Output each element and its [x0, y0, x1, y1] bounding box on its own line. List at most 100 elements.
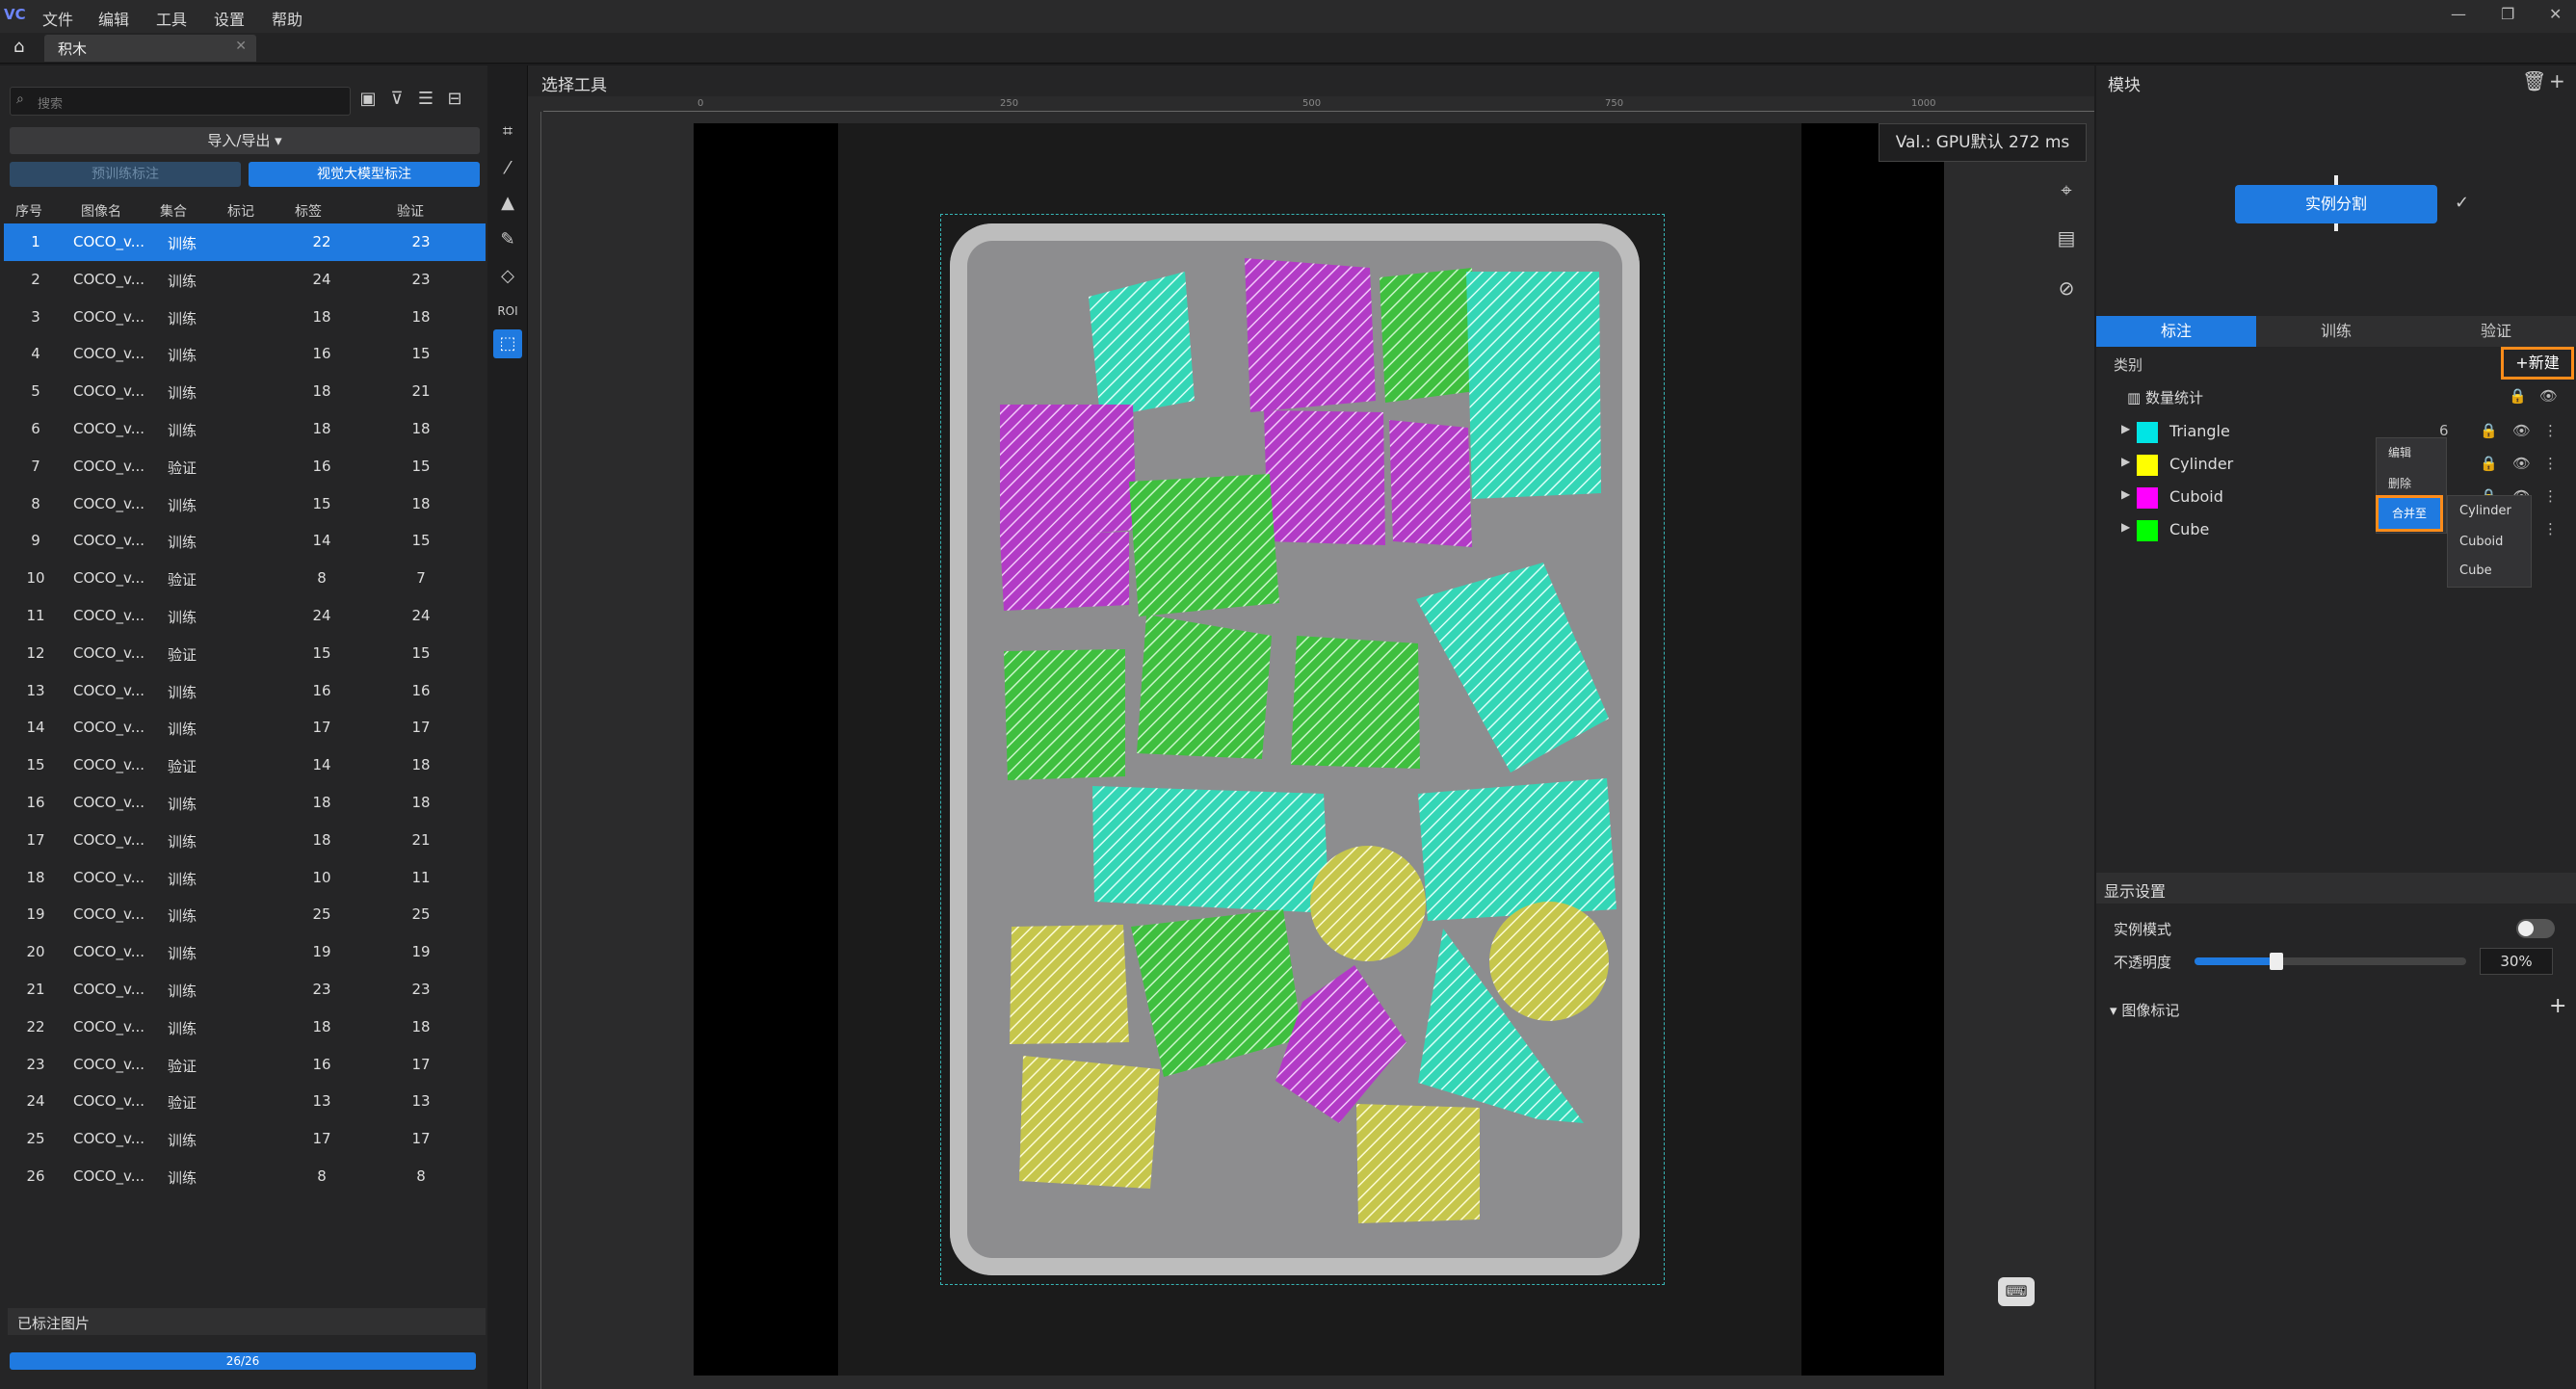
table-row[interactable]: 22 COCO_v... 训练 18 18 — [4, 1009, 486, 1046]
table-row[interactable]: 3 COCO_v... 训练 18 18 — [4, 299, 486, 336]
eye-icon[interactable]: 👁 — [2512, 422, 2531, 439]
table-row[interactable]: 21 COCO_v... 训练 23 23 — [4, 971, 486, 1009]
table-row[interactable]: 8 COCO_v... 训练 15 18 — [4, 485, 486, 523]
table-row[interactable]: 9 COCO_v... 训练 14 15 — [4, 522, 486, 560]
table-row[interactable]: 13 COCO_v... 训练 16 16 — [4, 672, 486, 710]
col-verify[interactable]: 验证 — [397, 201, 424, 221]
project-tab[interactable]: 积木 ✕ — [44, 35, 256, 62]
magic-wand-tool-icon[interactable]: ⁄ — [493, 154, 522, 183]
node-edit-icon[interactable]: ⌖ — [2050, 173, 2083, 206]
table-row[interactable]: 12 COCO_v... 验证 15 15 — [4, 635, 486, 672]
gallery-view-icon[interactable]: ⊟ — [443, 89, 466, 112]
instance-segmentation-module[interactable]: 实例分割 — [2235, 185, 2437, 223]
vlm-label-button[interactable]: 视觉大模型标注 — [249, 162, 480, 187]
merge-target-cube[interactable]: Cube — [2459, 563, 2492, 578]
table-row[interactable]: 1 COCO_v... 训练 22 23 — [4, 223, 486, 261]
table-row[interactable]: 20 COCO_v... 训练 19 19 — [4, 933, 486, 971]
pretrain-label-button[interactable]: 预训练标注 — [10, 162, 241, 187]
chevron-right-icon[interactable]: ▶ — [2121, 520, 2130, 534]
more-icon[interactable]: ⋮ — [2543, 520, 2558, 537]
table-row[interactable]: 10 COCO_v... 验证 8 7 — [4, 560, 486, 597]
chevron-right-icon[interactable]: ▶ — [2121, 487, 2130, 501]
category-row[interactable]: ▶ Triangle 6 🔒 👁 ⋮ — [2116, 416, 2559, 449]
merge-to-menu-item[interactable]: 合并至 — [2376, 495, 2443, 532]
table-row[interactable]: 16 COCO_v... 训练 18 18 — [4, 784, 486, 822]
menu-tools[interactable]: 工具 — [156, 7, 187, 30]
opacity-slider[interactable] — [2195, 953, 2466, 970]
new-category-button[interactable]: +新建 — [2501, 347, 2574, 380]
menu-edit[interactable]: 编辑 — [98, 7, 129, 30]
col-image-name[interactable]: 图像名 — [81, 201, 121, 221]
menu-file[interactable]: 文件 — [42, 7, 73, 30]
category-color-swatch[interactable] — [2137, 422, 2158, 443]
col-label[interactable]: 标签 — [295, 201, 322, 221]
tab-train[interactable]: 训练 — [2256, 316, 2416, 347]
menu-help[interactable]: 帮助 — [272, 7, 302, 30]
lock-icon[interactable]: 🔒 — [2509, 387, 2527, 405]
polygon-tool-icon[interactable]: ⌗ — [493, 118, 522, 146]
keyboard-icon[interactable]: ⌨ — [1998, 1277, 2035, 1306]
roi-tool[interactable]: ROI — [493, 297, 522, 326]
category-row[interactable]: ▶ Cylinder 🔒 👁 ⋮ — [2116, 449, 2559, 482]
menu-settings[interactable]: 设置 — [214, 7, 245, 30]
add-image-mark-icon[interactable]: + — [2549, 994, 2566, 1018]
add-icon[interactable]: + — [2549, 69, 2565, 92]
list-view-icon[interactable]: ☰ — [414, 89, 437, 112]
table-row[interactable]: 7 COCO_v... 验证 16 15 — [4, 448, 486, 485]
maximize-button[interactable]: ❐ — [2501, 5, 2514, 23]
select-tool-icon[interactable]: ⬚ — [493, 329, 522, 358]
table-row[interactable]: 11 COCO_v... 训练 24 24 — [4, 597, 486, 635]
table-row[interactable]: 15 COCO_v... 验证 14 18 — [4, 747, 486, 784]
col-mark[interactable]: 标记 — [227, 201, 254, 221]
home-icon[interactable]: ⌂ — [13, 37, 24, 57]
hide-masks-icon[interactable]: ⊘ — [2050, 272, 2083, 304]
tab-close-icon[interactable]: ✕ — [235, 39, 247, 54]
eye-icon[interactable]: 👁 — [2512, 455, 2531, 472]
context-edit[interactable]: 编辑 — [2388, 444, 2411, 460]
roi-frame[interactable] — [940, 214, 1665, 1285]
col-set[interactable]: 集合 — [160, 201, 187, 221]
lock-icon[interactable]: 🔒 — [2480, 455, 2498, 472]
more-icon[interactable]: ⋮ — [2543, 422, 2558, 439]
context-delete[interactable]: 删除 — [2388, 475, 2411, 491]
eraser-tool-icon[interactable]: ◇ — [493, 262, 522, 291]
merge-target-cylinder[interactable]: Cylinder — [2459, 504, 2511, 518]
opacity-slider-handle[interactable] — [2269, 953, 2283, 970]
tab-annotate[interactable]: 标注 — [2096, 316, 2256, 347]
merge-target-cuboid[interactable]: Cuboid — [2459, 535, 2503, 549]
more-icon[interactable]: ⋮ — [2543, 487, 2558, 505]
chevron-right-icon[interactable]: ▶ — [2121, 422, 2130, 435]
export-list-icon[interactable]: ▤ — [2050, 222, 2083, 254]
image-mark-section[interactable]: ▾ 图像标记 — [2110, 1000, 2179, 1020]
stats-row[interactable]: ▥ 数量统计 — [2127, 387, 2203, 407]
table-row[interactable]: 5 COCO_v... 训练 18 21 — [4, 373, 486, 410]
table-row[interactable]: 23 COCO_v... 验证 16 17 — [4, 1046, 486, 1084]
close-button[interactable]: ✕ — [2549, 5, 2562, 23]
table-row[interactable]: 26 COCO_v... 训练 8 8 — [4, 1158, 486, 1195]
table-row[interactable]: 24 COCO_v... 验证 13 13 — [4, 1083, 486, 1120]
image-filter-icon[interactable]: ▣ — [356, 89, 380, 112]
table-row[interactable]: 6 COCO_v... 训练 18 18 — [4, 410, 486, 448]
filter-icon[interactable]: ⊽ — [385, 89, 408, 112]
table-row[interactable]: 19 COCO_v... 训练 25 25 — [4, 896, 486, 933]
category-color-swatch[interactable] — [2137, 487, 2158, 509]
delete-icon[interactable]: 🗑 — [2522, 69, 2546, 92]
table-row[interactable]: 17 COCO_v... 训练 18 21 — [4, 822, 486, 859]
search-input[interactable]: ⌕ 搜索 — [10, 87, 351, 116]
chevron-right-icon[interactable]: ▶ — [2121, 455, 2130, 468]
instance-mode-toggle[interactable] — [2516, 919, 2555, 938]
col-index[interactable]: 序号 — [15, 201, 42, 221]
category-color-swatch[interactable] — [2137, 455, 2158, 476]
tab-verify[interactable]: 验证 — [2416, 316, 2576, 347]
lock-icon[interactable]: 🔒 — [2480, 422, 2498, 439]
category-color-swatch[interactable] — [2137, 520, 2158, 541]
table-row[interactable]: 14 COCO_v... 训练 17 17 — [4, 709, 486, 747]
table-row[interactable]: 18 COCO_v... 训练 10 11 — [4, 859, 486, 897]
brush-tool-icon[interactable]: ✎ — [493, 225, 522, 254]
import-export-button[interactable]: 导入/导出 ▾ — [10, 127, 480, 154]
table-row[interactable]: 2 COCO_v... 训练 24 23 — [4, 261, 486, 299]
opacity-input[interactable]: 30% — [2480, 948, 2553, 975]
stamp-tool-icon[interactable]: ▲ — [493, 189, 522, 218]
more-icon[interactable]: ⋮ — [2543, 455, 2558, 472]
table-row[interactable]: 25 COCO_v... 训练 17 17 — [4, 1120, 486, 1158]
